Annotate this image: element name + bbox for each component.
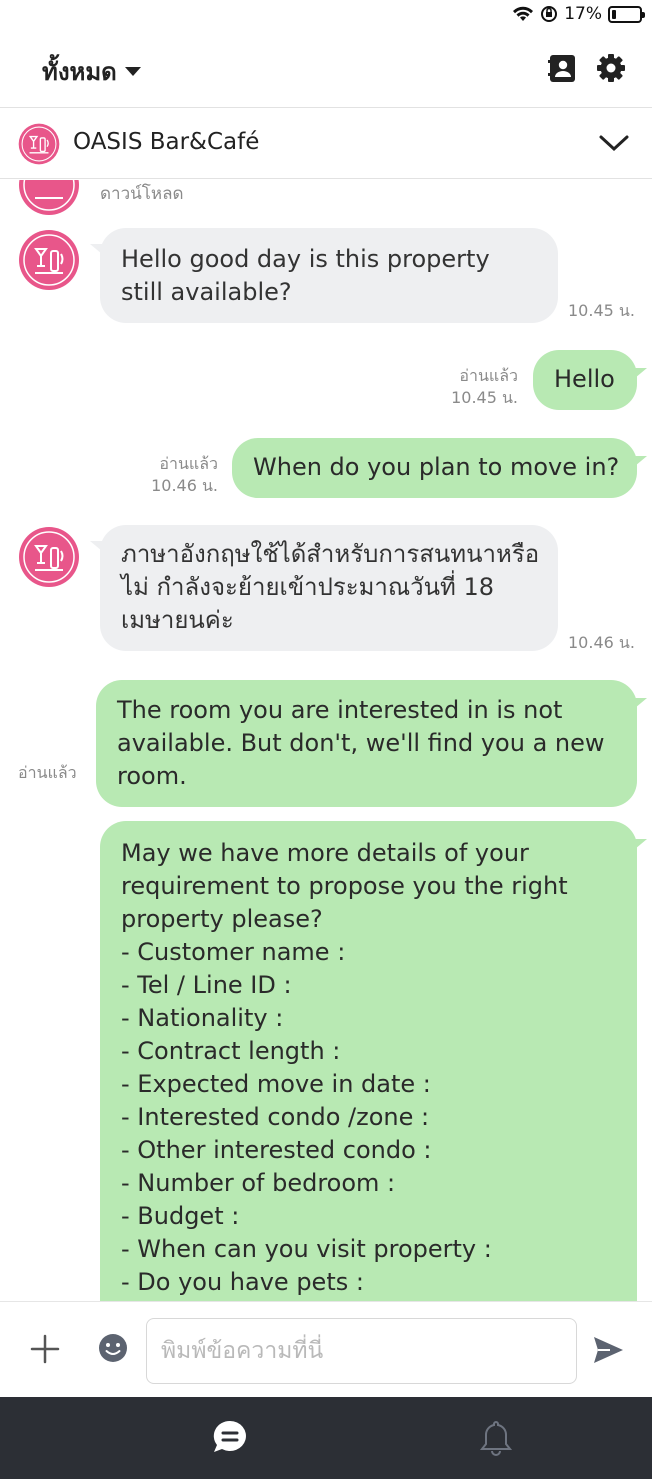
message-read-status: อ่านแล้ว 10.45 น. — [451, 365, 518, 409]
message-bubble-outgoing[interactable]: The room you are interested in is not av… — [96, 680, 637, 807]
message-text: Hello — [554, 365, 615, 393]
requirement-item: - Nationality : — [121, 1004, 284, 1032]
requirement-item: - Contract length : — [121, 1037, 341, 1065]
battery-icon — [608, 5, 645, 23]
message-input[interactable] — [146, 1318, 577, 1384]
oasis-logo-avatar[interactable] — [18, 229, 80, 291]
read-label: อ่านแล้ว — [18, 763, 77, 782]
message-intro: May we have more details of your require… — [121, 839, 568, 933]
message-read-status: อ่านแล้ว 10.46 น. — [151, 453, 218, 497]
message-text: The room you are interested in is not av… — [117, 696, 605, 790]
requirement-item: - Tel / Line ID : — [121, 971, 292, 999]
message-time: 10.46 น. — [151, 476, 218, 495]
caret-down-icon — [124, 67, 141, 76]
bell-icon[interactable] — [477, 1417, 515, 1457]
status-indicators: 17% — [512, 4, 645, 24]
bubble-tail — [635, 698, 647, 708]
requirement-item: - Customer name : — [121, 938, 346, 966]
message-text: When do you plan to move in? — [253, 453, 620, 481]
message-text: ภาษาอังกฤษใช้ได้สำหรับการสนทนาหรือไม่ กำ… — [121, 540, 540, 634]
bubble-tail — [635, 839, 647, 849]
requirement-item: - Budget : — [121, 1202, 240, 1230]
contacts-icon[interactable] — [546, 52, 578, 84]
message-bubble-incoming[interactable]: Hello good day is this property still av… — [100, 228, 558, 323]
requirement-item: - Other interested condo : — [121, 1136, 432, 1164]
requirement-list: - Customer name : - Tel / Line ID : - Nati… — [121, 936, 619, 1299]
battery-percent: 17% — [564, 4, 602, 24]
bubble-tail — [635, 368, 647, 378]
orientation-lock-icon — [541, 6, 558, 22]
message-time: 10.46 น. — [568, 633, 635, 652]
chat-title-bar[interactable]: OASIS Bar&Café — [0, 109, 652, 179]
message-bubble-incoming[interactable]: ภาษาอังกฤษใช้ได้สำหรับการสนทนาหรือไม่ กำ… — [100, 525, 558, 651]
message-time: 10.45 น. — [451, 388, 518, 407]
bubble-tail — [635, 456, 647, 466]
requirement-item: - Interested condo /zone : — [121, 1103, 430, 1131]
download-link[interactable]: ดาวน์โหลด — [100, 180, 184, 207]
message-list[interactable]: ดาวน์โหลด Hello good day is this propert… — [0, 180, 652, 1301]
settings-gear-icon[interactable] — [595, 52, 627, 84]
message-time: 10.45 น. — [568, 301, 635, 320]
oasis-logo-avatar[interactable] — [18, 526, 80, 588]
top-header: ทั้งหมด — [0, 32, 652, 108]
bottom-nav — [0, 1397, 652, 1479]
battery-fill — [612, 9, 616, 19]
message-composer — [0, 1301, 652, 1397]
oasis-logo-avatar — [18, 123, 60, 165]
emoji-icon[interactable] — [97, 1332, 129, 1364]
send-icon[interactable] — [590, 1332, 626, 1368]
message-bubble-outgoing[interactable]: Hello — [533, 350, 637, 410]
message-bubble-outgoing[interactable]: May we have more details of your require… — [100, 821, 637, 1301]
read-label: อ่านแล้ว — [159, 454, 218, 473]
status-bar: 17% — [0, 0, 652, 32]
read-label: อ่านแล้ว — [459, 366, 518, 385]
message-bubble-outgoing[interactable]: When do you plan to move in? — [232, 438, 637, 498]
filter-label: ทั้งหมด — [42, 58, 117, 86]
chat-title: OASIS Bar&Café — [73, 129, 260, 155]
requirement-item: - When can you visit property : — [121, 1235, 492, 1263]
oasis-logo-avatar — [19, 180, 79, 215]
chat-bubble-icon[interactable] — [210, 1417, 250, 1457]
requirement-item: - Do you have pets : — [121, 1268, 364, 1296]
requirement-item: - Expected move in date : — [121, 1070, 431, 1098]
chevron-down-icon[interactable] — [598, 127, 630, 159]
requirement-item: - Number of bedroom : — [121, 1169, 396, 1197]
filter-dropdown[interactable]: ทั้งหมด — [42, 52, 141, 91]
message-text: Hello good day is this property still av… — [121, 245, 490, 306]
plus-icon[interactable] — [28, 1332, 62, 1366]
wifi-icon — [513, 6, 534, 21]
